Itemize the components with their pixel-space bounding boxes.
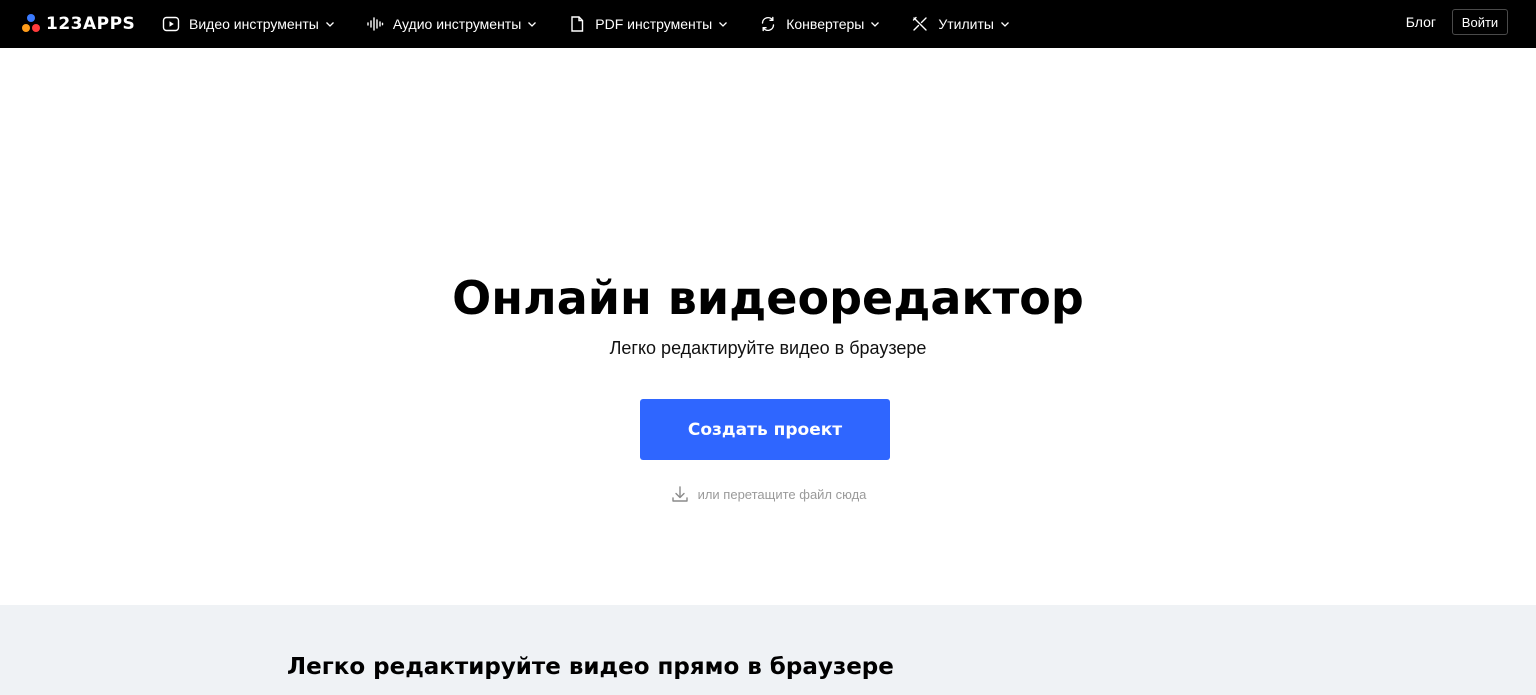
nav-pdf-tools-label: PDF инструменты [595,16,713,32]
chevron-down-icon [869,18,881,30]
convert-icon [759,15,777,33]
logo-mark-icon [22,14,40,34]
drop-zone-hint[interactable]: или перетащите файл сюда [0,484,1536,504]
chevron-down-icon [999,18,1011,30]
tools-icon [911,15,929,33]
play-circle-icon [162,15,180,33]
page-title: Онлайн видеоредактор [452,271,1084,325]
nav-converters-label: Конвертеры [786,16,865,32]
drop-hint-text: или перетащите файл сюда [697,486,867,502]
features-title: Легко редактируйте видео прямо в браузер… [287,654,894,680]
logo[interactable]: 123APPS [22,12,135,36]
nav-video-tools-label: Видео инструменты [189,16,319,32]
document-icon [568,15,586,33]
nav-pdf-tools[interactable]: PDF инструменты [568,0,729,48]
chevron-down-icon [526,18,538,30]
chevron-down-icon [717,18,729,30]
nav-converters[interactable]: Конвертеры [759,0,881,48]
nav-video-tools[interactable]: Видео инструменты [162,0,336,48]
nav-audio-tools[interactable]: Аудио инструменты [366,0,538,48]
chevron-down-icon [324,18,336,30]
login-button[interactable]: Войти [1452,9,1508,35]
logo-text: 123APPS [46,14,136,34]
hero-subtitle: Легко редактируйте видео в браузере [609,338,927,358]
nav-utilities-label: Утилиты [938,16,994,32]
top-navigation-bar: 123APPS Видео инструменты Аудио инструме… [0,0,1536,48]
audio-wave-icon [366,15,384,33]
blog-link[interactable]: Блог [1406,14,1436,30]
features-section: Легко редактируйте видео прямо в браузер… [0,605,1536,695]
main-nav: Видео инструменты Аудио инструменты PDF … [162,0,1041,48]
nav-utilities[interactable]: Утилиты [911,0,1011,48]
download-icon [670,484,690,504]
nav-audio-tools-label: Аудио инструменты [392,16,522,32]
create-project-button[interactable]: Создать проект [640,399,890,460]
